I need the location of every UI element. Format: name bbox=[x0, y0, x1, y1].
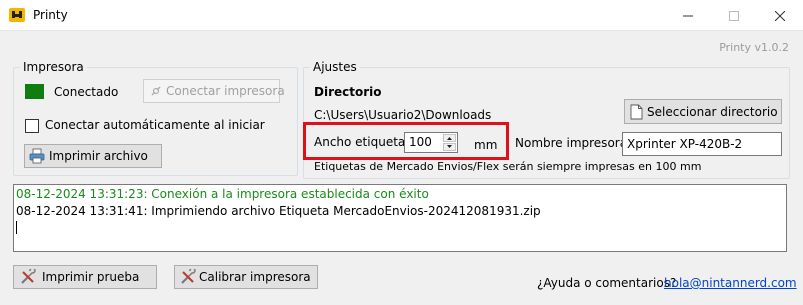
printer-icon bbox=[29, 148, 45, 164]
stepper-arrows bbox=[443, 134, 456, 151]
settings-group-legend: Ajustes bbox=[313, 60, 357, 74]
plug-icon bbox=[151, 86, 161, 96]
test-print-button[interactable]: Imprimir prueba bbox=[13, 265, 157, 289]
connect-printer-label: Conectar impresora bbox=[166, 84, 285, 98]
window-title: Printy bbox=[33, 8, 68, 22]
chevron-up-icon bbox=[447, 137, 452, 140]
app-icon bbox=[9, 8, 25, 22]
label-width-stepper[interactable]: 100 bbox=[404, 132, 458, 153]
close-button[interactable] bbox=[757, 0, 803, 30]
printer-group-legend: Impresora bbox=[23, 60, 84, 74]
directory-title: Directorio bbox=[314, 85, 382, 99]
chevron-down-icon bbox=[447, 145, 452, 148]
printer-name-field[interactable]: Xprinter XP-420B-2 bbox=[622, 132, 782, 156]
calibrate-printer-label: Calibrar impresora bbox=[199, 270, 311, 284]
minimize-button[interactable] bbox=[665, 0, 711, 30]
test-print-label: Imprimir prueba bbox=[42, 270, 140, 284]
title-bar: Printy bbox=[0, 0, 803, 31]
label-width-label: Ancho etiqueta bbox=[314, 135, 406, 149]
help-text: ¿Ayuda o comentarios? bbox=[537, 276, 677, 290]
select-directory-button[interactable]: Seleccionar directorio bbox=[624, 99, 782, 124]
version-label: Printy v1.0.2 bbox=[719, 41, 789, 54]
auto-connect-checkbox[interactable] bbox=[25, 119, 39, 133]
connection-status-indicator bbox=[25, 84, 44, 99]
calibrate-printer-button[interactable]: Calibrar impresora bbox=[174, 265, 318, 289]
label-width-value[interactable]: 100 bbox=[409, 135, 432, 149]
minimize-icon bbox=[683, 15, 693, 16]
stepper-down-button[interactable] bbox=[443, 143, 456, 151]
select-directory-label: Seleccionar directorio bbox=[647, 104, 778, 119]
document-icon bbox=[630, 104, 643, 119]
help-email-link[interactable]: hola@nintannerd.com bbox=[664, 276, 797, 290]
log-line: 08-12-2024 13:31:41: Imprimiendo archivo… bbox=[16, 204, 541, 218]
tools-icon bbox=[21, 269, 36, 284]
auto-connect-label[interactable]: Conectar automáticamente al iniciar bbox=[45, 118, 265, 132]
printer-name-value[interactable]: Xprinter XP-420B-2 bbox=[627, 137, 742, 151]
label-size-note: Etiquetas de Mercado Envios/Flex serán s… bbox=[314, 160, 702, 173]
log-line: 08-12-2024 13:31:23: Conexión a la impre… bbox=[16, 187, 429, 201]
log-textbox[interactable]: 08-12-2024 13:31:23: Conexión a la impre… bbox=[13, 184, 787, 252]
tools-icon bbox=[181, 269, 196, 284]
print-file-label: Imprimir archivo bbox=[49, 149, 148, 163]
connect-printer-button[interactable]: Conectar impresora bbox=[143, 79, 285, 103]
printer-name-label: Nombre impresora bbox=[515, 136, 628, 150]
close-icon bbox=[774, 10, 786, 21]
label-width-unit: mm bbox=[474, 138, 498, 152]
stepper-up-button[interactable] bbox=[443, 134, 456, 142]
maximize-button[interactable] bbox=[711, 0, 757, 30]
text-caret bbox=[16, 221, 17, 234]
directory-path: C:\Users\Usuario2\Downloads bbox=[314, 108, 492, 122]
print-file-button[interactable]: Imprimir archivo bbox=[24, 144, 162, 168]
maximize-icon bbox=[729, 10, 739, 21]
connection-status-text: Conectado bbox=[54, 85, 119, 99]
